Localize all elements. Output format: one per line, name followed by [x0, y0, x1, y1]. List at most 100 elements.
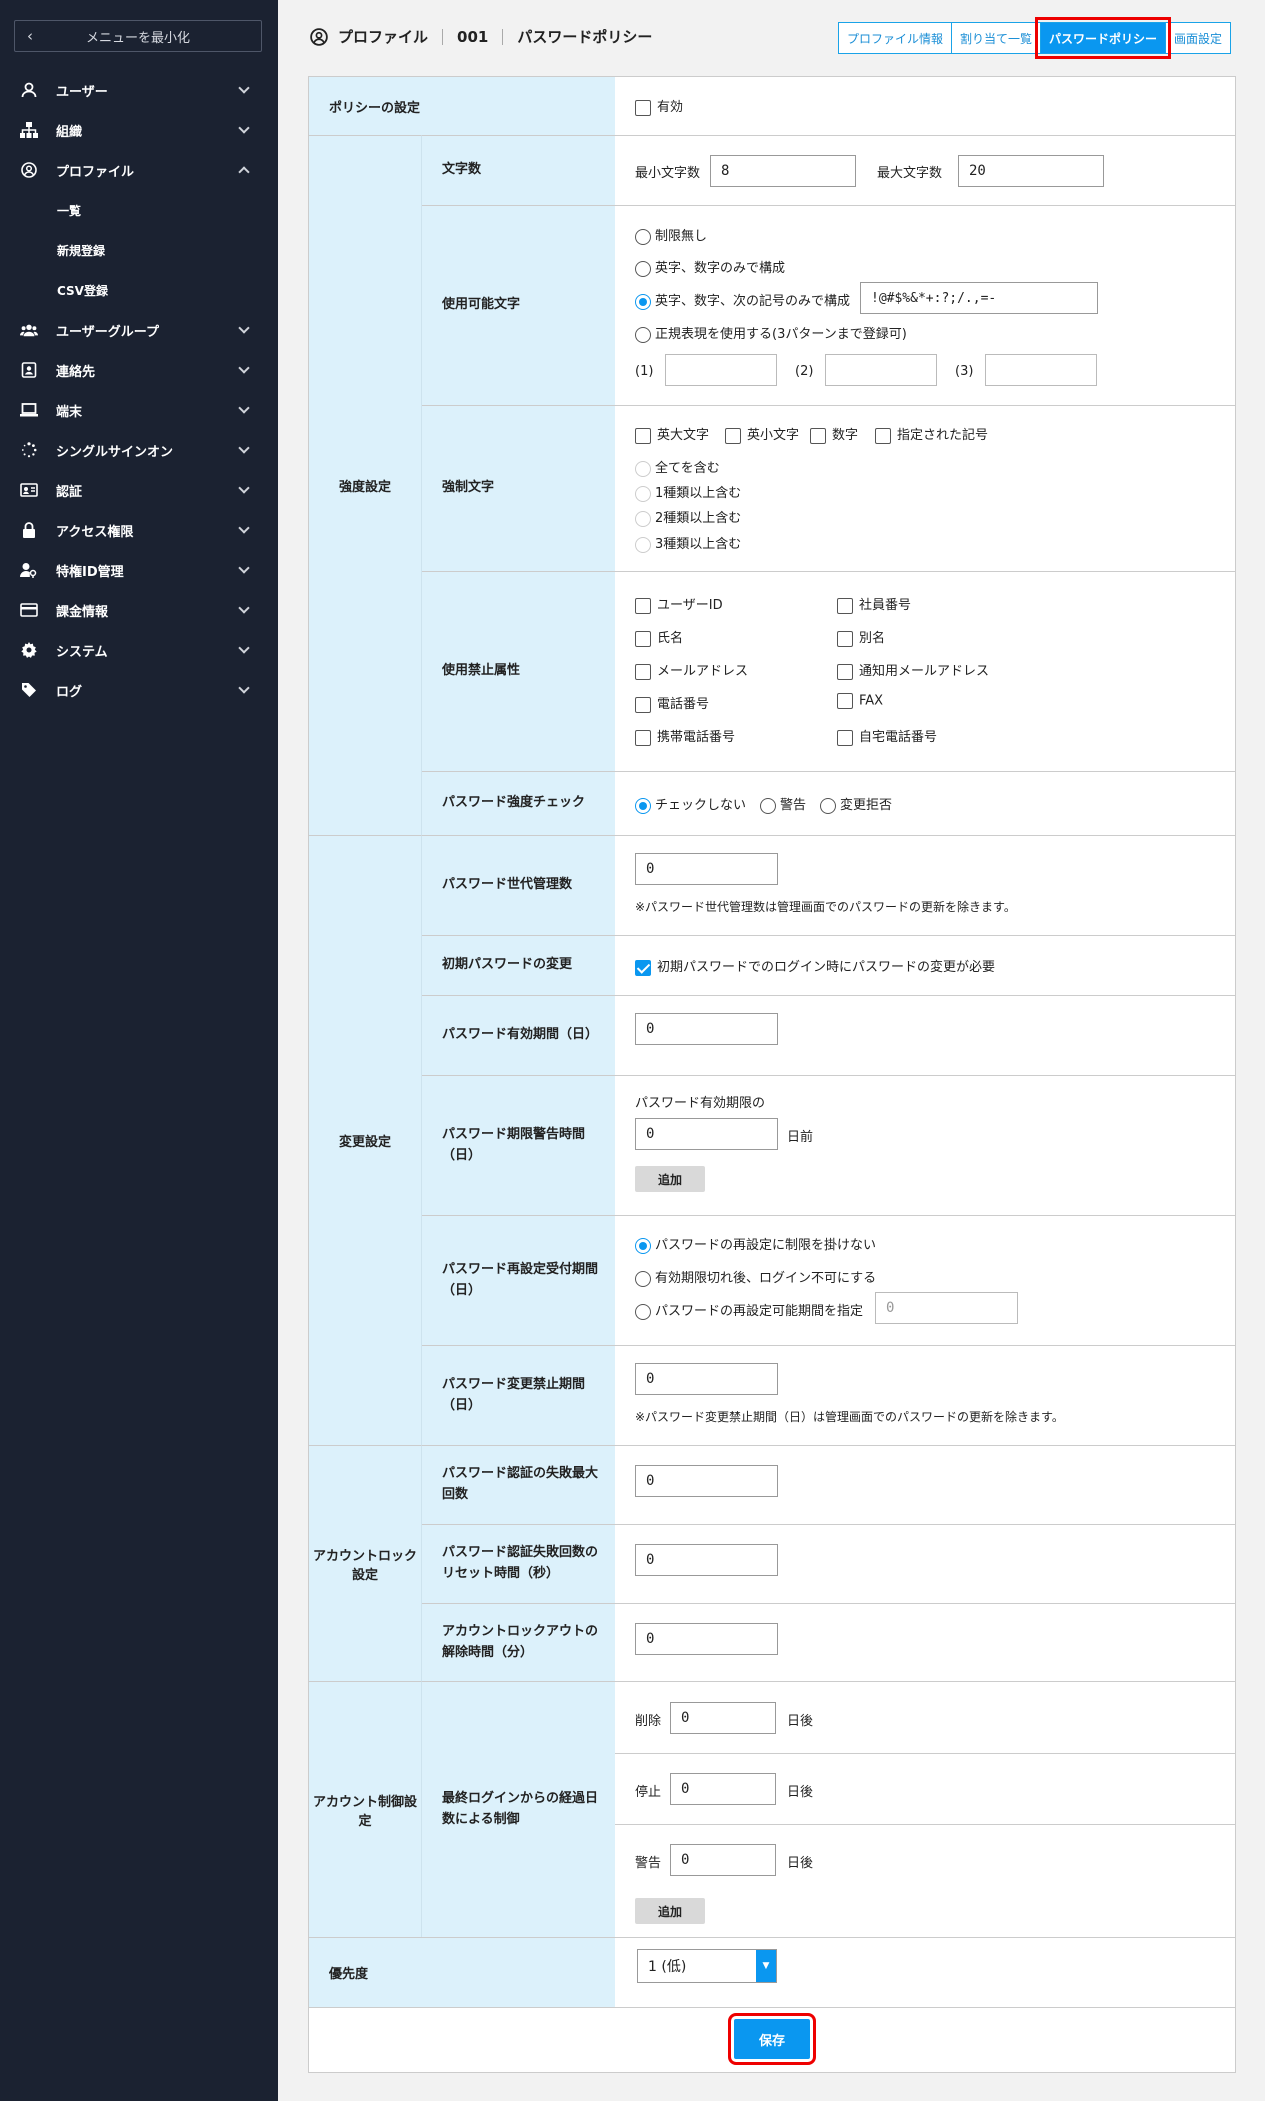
- forbidden-employee-no-checkbox[interactable]: 社員番号: [837, 594, 911, 614]
- sidebar-item-logs[interactable]: ログ: [0, 670, 278, 710]
- strength-check-none-radio[interactable]: チェックしない: [635, 794, 746, 814]
- warn-add-button[interactable]: 追加: [635, 1166, 705, 1192]
- strength-check-warn-radio[interactable]: 警告: [760, 794, 806, 814]
- allowed-regex-radio[interactable]: 正規表現を使用する(3パターンまで登録可): [635, 323, 907, 343]
- last-login-label: 最終ログインからの経過日数による制御: [422, 1681, 615, 1937]
- allowed-alnum-radio[interactable]: 英字、数字のみで構成: [635, 257, 785, 277]
- sidebar-subitem-new[interactable]: 新規登録: [0, 230, 278, 270]
- forbidden-userid-checkbox[interactable]: ユーザーID: [635, 594, 723, 614]
- save-button[interactable]: 保存: [728, 2013, 816, 2065]
- expiry-input[interactable]: 0: [635, 1013, 778, 1045]
- breadcrumb-profile-id[interactable]: 001: [457, 28, 488, 46]
- sidebar-subitem-list[interactable]: 一覧: [0, 190, 278, 230]
- policy-enabled-checkbox[interactable]: 有効: [635, 96, 683, 116]
- tab-assignment-list[interactable]: 割り当て一覧: [951, 22, 1042, 54]
- fail-max-input[interactable]: 0: [635, 1465, 778, 1497]
- fail-reset-input[interactable]: 0: [635, 1544, 778, 1576]
- forbidden-mobile-checkbox[interactable]: 携帯電話番号: [635, 726, 735, 746]
- sidebar-item-user-groups[interactable]: ユーザーグループ: [0, 310, 278, 350]
- radio-circle: [760, 797, 776, 814]
- forbidden-email-checkbox[interactable]: メールアドレス: [635, 660, 748, 680]
- radio-circle: [635, 293, 651, 310]
- forbidden-alias-checkbox[interactable]: 別名: [837, 627, 885, 647]
- sidebar-item-contacts[interactable]: 連絡先: [0, 350, 278, 390]
- checkbox-box: [635, 959, 651, 976]
- checkbox-box: [837, 729, 853, 746]
- sidebar-item-auth[interactable]: 認証: [0, 470, 278, 510]
- required-lowercase-checkbox[interactable]: 英小文字: [725, 424, 799, 444]
- sidebar-item-system[interactable]: システム: [0, 630, 278, 670]
- priority-select[interactable]: 1 (低) ▼: [637, 1949, 777, 1983]
- sidebar-item-profile[interactable]: プロファイル: [0, 150, 278, 190]
- forbidden-fax-checkbox[interactable]: FAX: [837, 693, 883, 709]
- allowed-none-radio[interactable]: 制限無し: [635, 225, 707, 245]
- required-symbol-checkbox[interactable]: 指定された記号: [875, 424, 988, 444]
- allowed-symbols-input[interactable]: !@#$%&*+:?;/.,=-: [860, 282, 1098, 314]
- min-length-input[interactable]: 8: [710, 155, 856, 187]
- forbidden-phone-checkbox[interactable]: 電話番号: [635, 693, 709, 713]
- reset-no-limit-radio[interactable]: パスワードの再設定に制限を掛けない: [635, 1234, 876, 1254]
- chevron-down-icon: [238, 602, 250, 614]
- required-3plus-radio[interactable]: 3種類以上含む: [635, 533, 741, 553]
- unlock-input[interactable]: 0: [635, 1623, 778, 1655]
- sidebar-item-billing[interactable]: 課金情報: [0, 590, 278, 630]
- history-input[interactable]: 0: [635, 853, 778, 885]
- breadcrumb-separator: [442, 28, 444, 45]
- collapse-menu-button[interactable]: ‹ メニューを最小化: [14, 20, 262, 52]
- initial-change-checkbox[interactable]: 初期パスワードでのログイン時にパスワードの変更が必要: [635, 956, 995, 976]
- strength-check-cell: チェックしない 警告 変更拒否: [615, 771, 1235, 835]
- allowed-chars-cell: 制限無し 英字、数字のみで構成 英字、数字、次の記号のみで構成 !@#$%&*+…: [615, 205, 1235, 405]
- forbidden-name-checkbox[interactable]: 氏名: [635, 627, 683, 647]
- warn-prefix-text: パスワード有効期限の: [635, 1096, 766, 1111]
- sidebar-item-access[interactable]: アクセス権限: [0, 510, 278, 550]
- priority-label: 優先度: [309, 1937, 615, 2007]
- checkbox-box: [635, 427, 651, 444]
- ctrl-delete-input[interactable]: 0: [670, 1702, 776, 1734]
- reset-disable-login-radio[interactable]: 有効期限切れ後、ログイン不可にする: [635, 1267, 876, 1287]
- required-1plus-radio[interactable]: 1種類以上含む: [635, 482, 741, 502]
- forbidden-notify-email-checkbox[interactable]: 通知用メールアドレス: [837, 660, 989, 680]
- ctrl-delete-suffix: 日後: [787, 1714, 814, 1729]
- reset-period-input[interactable]: 0: [875, 1292, 1018, 1324]
- required-2plus-radio[interactable]: 2種類以上含む: [635, 507, 741, 527]
- page-header: プロファイル 001 パスワードポリシー プロファイル情報 割り当て一覧 パスワ…: [278, 0, 1265, 76]
- required-all-radio[interactable]: 全てを含む: [635, 457, 720, 477]
- forbidden-home-phone-checkbox[interactable]: 自宅電話番号: [837, 726, 937, 746]
- sidebar-item-devices[interactable]: 端末: [0, 390, 278, 430]
- max-length-input[interactable]: 20: [958, 155, 1104, 187]
- tab-password-policy[interactable]: パスワードポリシー: [1035, 17, 1172, 59]
- sidebar-item-privileged-id[interactable]: 特権ID管理: [0, 550, 278, 590]
- regex-input-2[interactable]: [825, 354, 937, 386]
- lock-icon: [20, 521, 38, 539]
- sidebar-item-organization[interactable]: 組織: [0, 110, 278, 150]
- ctrl-stop-input[interactable]: 0: [670, 1773, 776, 1805]
- policy-enabled-cell: 有効: [615, 77, 1235, 135]
- tab-profile-info[interactable]: プロファイル情報: [838, 22, 953, 54]
- breadcrumb-profile[interactable]: プロファイル: [338, 26, 428, 47]
- allowed-alnum-symbols-radio[interactable]: 英字、数字、次の記号のみで構成: [635, 290, 850, 310]
- ctrl-warn-input[interactable]: 0: [670, 1844, 776, 1876]
- gear-icon: [20, 641, 38, 659]
- checkbox-box: [635, 597, 651, 614]
- sidebar-subitem-csv[interactable]: CSV登録: [0, 270, 278, 310]
- reset-specify-period-radio[interactable]: パスワードの再設定可能期間を指定: [635, 1300, 863, 1320]
- sidebar-item-sso[interactable]: シングルサインオン: [0, 430, 278, 470]
- char-count-cell: 最小文字数 8 最大文字数 20: [615, 135, 1235, 205]
- warn-time-input[interactable]: 0: [635, 1118, 778, 1150]
- regex-input-1[interactable]: [665, 354, 777, 386]
- change-prohibit-label: パスワード変更禁止期間（日）: [422, 1345, 615, 1445]
- ctrl-add-button[interactable]: 追加: [635, 1898, 705, 1924]
- radio-circle: [635, 228, 651, 245]
- regex-input-3[interactable]: [985, 354, 1097, 386]
- sidebar-item-users[interactable]: ユーザー: [0, 70, 278, 110]
- radio-circle: [635, 1237, 651, 1254]
- tab-screen-settings[interactable]: 画面設定: [1165, 22, 1232, 54]
- checkbox-box: [635, 99, 651, 116]
- change-prohibit-input[interactable]: 0: [635, 1363, 778, 1395]
- warn-time-label: パスワード期限警告時間（日）: [422, 1075, 615, 1215]
- id-card-icon: [20, 481, 38, 499]
- required-digit-checkbox[interactable]: 数字: [810, 424, 858, 444]
- strength-check-reject-radio[interactable]: 変更拒否: [820, 794, 892, 814]
- checkbox-box: [635, 663, 651, 680]
- required-uppercase-checkbox[interactable]: 英大文字: [635, 424, 709, 444]
